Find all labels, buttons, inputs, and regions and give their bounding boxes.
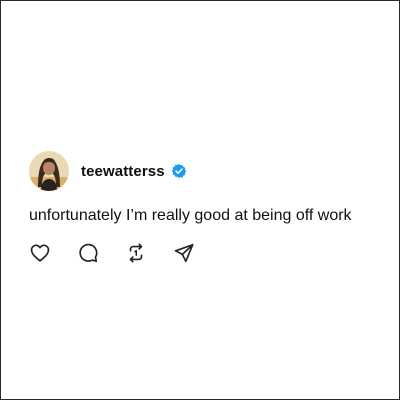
post-actions — [28, 241, 379, 265]
repost-icon — [129, 243, 143, 263]
heart-icon — [30, 244, 50, 262]
post-text: unfortunately I’m really good at being o… — [29, 207, 352, 224]
repost-button[interactable] — [124, 241, 148, 265]
username[interactable]: teewatterss — [81, 163, 165, 180]
verified-badge-icon — [171, 163, 187, 179]
post-header: teewatterss — [29, 151, 379, 191]
post-card: teewatterss unfortunately I’m really goo… — [29, 151, 379, 265]
like-button[interactable] — [28, 241, 52, 265]
avatar[interactable] — [29, 151, 69, 191]
reply-button[interactable] — [76, 241, 100, 265]
avatar-photo — [29, 151, 69, 191]
comment-icon — [79, 243, 98, 263]
share-button[interactable] — [172, 241, 196, 265]
send-icon — [174, 243, 194, 263]
post-frame: teewatterss unfortunately I’m really goo… — [0, 0, 400, 400]
